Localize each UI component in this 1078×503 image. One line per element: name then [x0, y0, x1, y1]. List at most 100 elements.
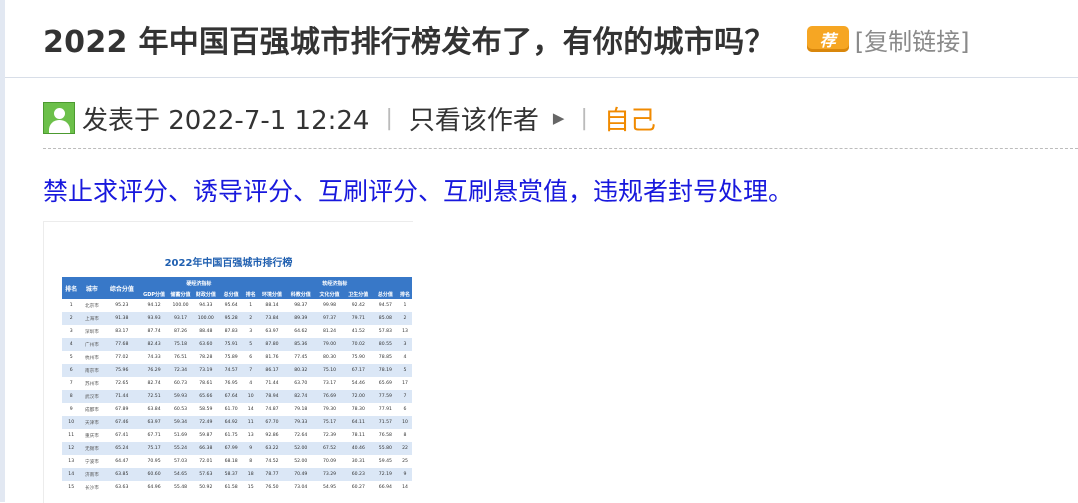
table-cell: 78.85	[378, 355, 392, 360]
city-header: 城市	[80, 277, 104, 299]
author-only-link[interactable]: 只看该作者	[409, 100, 539, 137]
ranking-table-image[interactable]: 2022年中国百强城市排行榜 排名 城市 综合分值 硬经济指标 软经济指标 GD…	[43, 221, 413, 503]
table-cell: 76.58	[378, 433, 392, 438]
table-row: 7 苏州市 72.65 82.74 60.73 78.61 76.95 4 71.44 63.70…	[62, 377, 412, 390]
table-cell: 重庆市	[85, 433, 99, 439]
table-cell: 77.02	[115, 355, 129, 360]
table-cell: 天津市	[80, 416, 104, 429]
table-row: 5 杭州市 77.02 74.33 76.51 78.28 75.89 6 81.76 77.45…	[62, 351, 412, 364]
play-arrow-icon[interactable]: ▶	[553, 109, 565, 127]
table-row: 11 重庆市 67.41 67.71 51.69 59.87 61.75 13 92.86 72.…	[62, 429, 412, 442]
table-cell: 63.70	[294, 381, 308, 386]
table-cell: 武汉市	[80, 390, 104, 403]
table-cell: 86.17	[257, 364, 287, 377]
table-cell: 10	[243, 390, 258, 403]
table-cell: 75.18	[167, 338, 194, 351]
post-meta-row: 发表于 2022-7-1 12:24 | 只看该作者 ▶ | 自己	[43, 96, 656, 140]
ranking-title: 2022年中国百强城市排行榜	[164, 258, 293, 269]
table-cell: 成都市	[85, 407, 99, 413]
table-cell: 82.74	[147, 381, 161, 386]
table-cell: 52.00	[294, 459, 308, 464]
meta-separator: |	[385, 105, 393, 131]
user-avatar-icon[interactable]	[43, 102, 75, 134]
table-cell: 89.39	[286, 312, 316, 325]
table-cell: 94.33	[199, 303, 213, 308]
table-row: 2 上海市 91.38 93.93 93.17 100.00 95.28 2 73.84 89.3…	[62, 312, 412, 325]
table-cell: 63.63	[115, 485, 129, 490]
table-cell: 4	[249, 381, 253, 386]
table-cell: 78.77	[257, 468, 287, 481]
table-row: 4 广州市 77.68 82.43 75.18 63.60 75.91 5 87.80 85.36…	[62, 338, 412, 351]
table-cell: 83.17	[115, 329, 129, 334]
table-cell: 1	[403, 303, 407, 308]
table-cell: 87.26	[173, 329, 188, 334]
table-cell: 9	[69, 407, 73, 412]
sub-header: 科教分值	[286, 289, 316, 299]
self-link[interactable]: 自己	[604, 100, 656, 137]
table-cell: 7	[243, 364, 258, 377]
table-cell: 68.18	[224, 459, 238, 464]
hard-economy-header: 硬经济指标	[140, 277, 258, 289]
table-row: 9 成都市 67.89 63.84 60.53 58.59 61.70 14 74.87 79.1…	[62, 403, 412, 416]
table-cell: 66.38	[193, 442, 219, 455]
table-cell: 79.00	[315, 338, 344, 351]
table-cell: 79.18	[294, 407, 308, 412]
table-cell: 76.69	[315, 390, 344, 403]
table-cell: 1	[249, 303, 253, 308]
table-cell: 5	[69, 355, 73, 360]
table-cell: 100.00	[193, 312, 219, 325]
table-cell: 85.36	[286, 338, 316, 351]
table-cell: 73.04	[294, 485, 308, 490]
table-cell: 87.74	[147, 329, 161, 334]
table-cell: 60.60	[140, 468, 168, 481]
table-cell: 60.23	[343, 468, 373, 481]
table-cell: 74.87	[265, 407, 279, 412]
table-cell: 67.46	[103, 416, 141, 429]
table-cell: 61.75	[224, 433, 238, 438]
table-cell: 72.00	[343, 390, 373, 403]
table-cell: 8	[249, 459, 253, 464]
table-cell: 87.83	[224, 329, 238, 334]
table-cell: 71.57	[372, 416, 398, 429]
table-cell: 6	[403, 407, 407, 412]
table-cell: 64.11	[343, 416, 373, 429]
table-cell: 78.94	[257, 390, 287, 403]
table-cell: 8	[403, 433, 407, 438]
table-cell: 64.47	[115, 459, 129, 464]
table-cell: 7	[69, 381, 73, 386]
table-cell: 73.19	[193, 364, 219, 377]
table-cell: 12	[62, 442, 81, 455]
table-cell: 71.44	[265, 381, 279, 386]
table-cell: 13	[68, 459, 75, 464]
table-row: 1 北京市 95.23 94.12 100.00 94.33 95.64 1 88.14 98.3…	[62, 299, 412, 312]
sub-header: 环境分值	[257, 289, 287, 299]
table-cell: 上海市	[80, 312, 104, 325]
table-cell: 北京市	[85, 303, 99, 309]
table-cell: 95.23	[115, 303, 129, 308]
forum-notice: 禁止求评分、诱导评分、互刷评分、互刷悬赏值，违规者封号处理。	[43, 177, 794, 206]
table-cell: 南京市	[80, 364, 104, 377]
table-cell: 54.46	[351, 381, 365, 386]
table-cell: 50.92	[199, 485, 213, 490]
table-cell: 61.70	[224, 407, 238, 412]
table-cell: 79.71	[343, 312, 373, 325]
table-cell: 59.34	[167, 416, 194, 429]
table-cell: 4	[403, 355, 407, 360]
post-title-row: 2022 年中国百强城市排行榜发布了，有你的城市吗？ 荐 [复制链接]	[43, 14, 969, 64]
table-cell: 广州市	[80, 338, 104, 351]
table-cell: 60.73	[173, 381, 188, 386]
table-cell: 74.33	[147, 355, 161, 360]
table-cell: 70.49	[286, 468, 316, 481]
table-cell: 80.55	[372, 338, 398, 351]
table-cell: 72.19	[372, 468, 398, 481]
copy-link-button[interactable]: [复制链接]	[855, 22, 970, 57]
table-cell: 74.52	[265, 459, 279, 464]
table-row: 12 无锡市 65.24 75.17 55.24 66.38 67.99 9 63.22 52.0…	[62, 442, 412, 455]
table-cell: 59.45	[378, 459, 392, 464]
table-cell: 11	[68, 433, 75, 438]
table-cell: 75.90	[351, 355, 365, 360]
table-cell: 91.38	[103, 312, 141, 325]
posted-date: 发表于 2022-7-1 12:24	[82, 105, 370, 136]
table-cell: 67.52	[315, 442, 344, 455]
table-cell: 73.17	[322, 381, 337, 386]
